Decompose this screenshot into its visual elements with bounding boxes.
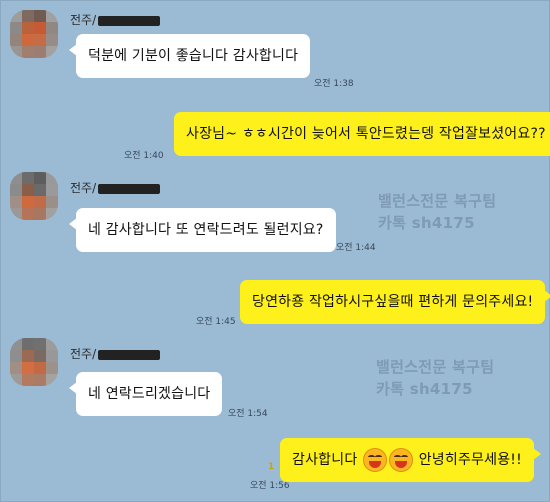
message-bubble[interactable]: 감사합니다 안녕히주무세용!! (280, 438, 541, 482)
message-time: 오전 1:40 (124, 151, 164, 161)
grinning-face-icon (389, 448, 414, 472)
avatar[interactable] (10, 338, 58, 386)
message-bubble[interactable]: 덕분에 기분이 좋습니다 감사합니다 (68, 34, 311, 78)
message-bubble[interactable]: 네 감사합니다 또 연락드려도 될런지요? (69, 208, 336, 252)
avatar[interactable] (10, 172, 58, 220)
grinning-face-icon (363, 448, 388, 472)
watermark: 밸런스전문 복구팀 카톡 sh4175 (376, 358, 495, 398)
message-time: 오전 1:45 (196, 317, 236, 327)
sender-name: 전주/ (70, 180, 161, 196)
sender-name: 전주/ (70, 12, 161, 28)
message-bubble[interactable]: 당연하죵 작업하시구싶을때 편하게 문의주세요! (240, 280, 550, 324)
redacted-name (98, 183, 161, 194)
message-bubble[interactable]: 사장님~ ㅎㅎ시간이 늦어서 톡안드렸는뎅 작업잘보셨어요?? (174, 112, 550, 156)
sender-name: 전주/ (70, 346, 161, 362)
message-time: 오전 1:38 (314, 79, 354, 89)
message-time: 오전 1:44 (336, 243, 376, 253)
watermark: 밸런스전문 복구팀 카톡 sh4175 (378, 192, 497, 232)
redacted-name (98, 349, 161, 360)
message-time: 오전 1:54 (228, 409, 268, 419)
unread-count: 1 (268, 462, 275, 472)
message-time: 오전 1:56 (250, 481, 290, 491)
redacted-name (98, 15, 161, 26)
avatar[interactable] (10, 10, 58, 58)
message-bubble[interactable]: 네 연락드리겠습니다 (68, 372, 223, 416)
